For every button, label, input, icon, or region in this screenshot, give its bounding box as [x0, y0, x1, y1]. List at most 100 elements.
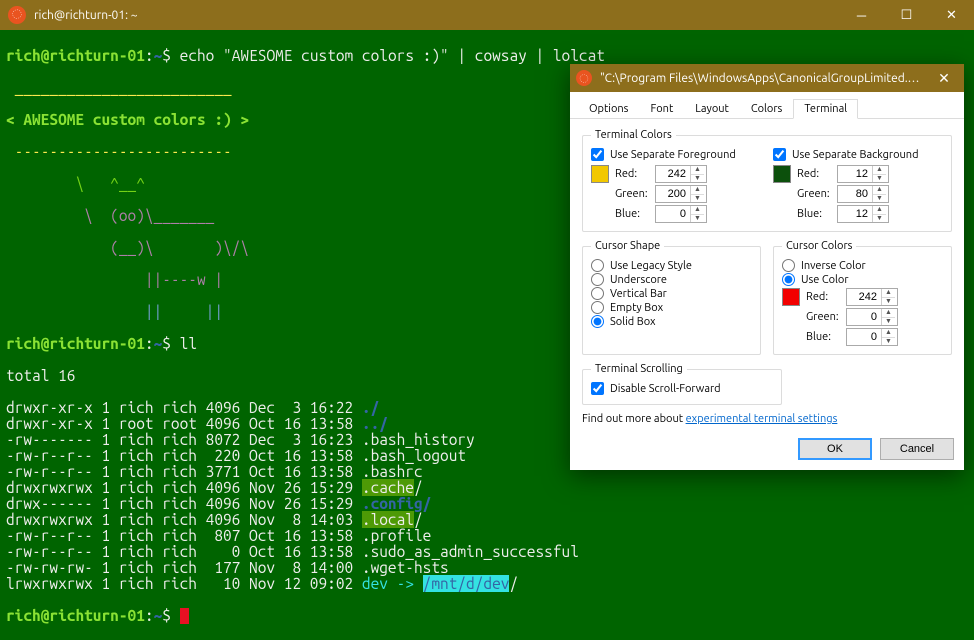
red-label: Red: [615, 168, 655, 180]
cursor-color-swatch[interactable] [782, 288, 800, 306]
prompt-user: rich@richturn-01 [6, 335, 145, 352]
tab-layout[interactable]: Layout [684, 99, 740, 119]
spinner-down-icon[interactable]: ▼ [691, 195, 704, 203]
red-label: Red: [806, 291, 846, 303]
bg-blue-input[interactable] [838, 206, 872, 222]
info-text: Find out more about experimental termina… [582, 413, 952, 425]
ls-row: drwx------ 1 rich rich 4096 Nov 26 15:29… [6, 496, 968, 512]
dialog-titlebar[interactable]: ◌ "C:\Program Files\WindowsApps\Canonica… [570, 64, 964, 92]
radio-label: Inverse Color [801, 260, 866, 272]
blue-label: Blue: [806, 331, 846, 343]
cursor-shape-radio[interactable]: Empty Box [591, 301, 752, 314]
fg-blue[interactable]: ▲ ▼ [655, 205, 707, 223]
checkbox-label: Use Separate Foreground [610, 149, 736, 161]
fg-red-input[interactable] [656, 166, 690, 182]
experimental-settings-link[interactable]: experimental terminal settings [686, 413, 838, 425]
prompt-path: ~ [154, 607, 163, 624]
fg-green[interactable]: ▲ ▼ [655, 185, 707, 203]
group-label: Cursor Shape [591, 240, 664, 252]
radio-label: Empty Box [610, 302, 663, 314]
group-label: Terminal Scrolling [591, 363, 687, 375]
cursor-red[interactable]: ▲ ▼ [846, 288, 898, 306]
cursor-shape-radio[interactable]: Use Legacy Style [591, 259, 752, 272]
radio-label: Underscore [610, 274, 667, 286]
tab-options[interactable]: Options [578, 99, 639, 119]
spinner-down-icon[interactable]: ▼ [691, 175, 704, 183]
cursor-shape-radio[interactable]: Solid Box [591, 315, 752, 328]
use-fg-checkbox[interactable]: Use Separate Foreground [591, 148, 761, 161]
green-label: Green: [615, 188, 655, 200]
cursor [180, 608, 189, 624]
window-title: rich@richturn-01: ~ [34, 9, 839, 22]
checkbox-label: Disable Scroll-Forward [610, 383, 721, 395]
bg-green[interactable]: ▲ ▼ [837, 185, 889, 203]
cursor-green-input[interactable] [847, 309, 881, 325]
cursor-blue[interactable]: ▲ ▼ [846, 328, 898, 346]
prompt-user: rich@richturn-01 [6, 607, 145, 624]
dialog-tabs: OptionsFontLayoutColorsTerminal [570, 92, 964, 119]
fg-swatch[interactable] [591, 165, 609, 183]
spinner-down-icon[interactable]: ▼ [873, 175, 886, 183]
fg-green-input[interactable] [656, 186, 690, 202]
bg-green-input[interactable] [838, 186, 872, 202]
fg-red[interactable]: ▲ ▼ [655, 165, 707, 183]
ls-row: drwxrwxrwx 1 rich rich 4096 Nov 26 15:29… [6, 480, 968, 496]
cursor-blue-input[interactable] [847, 329, 881, 345]
cursor-shape-radio[interactable]: Underscore [591, 273, 752, 286]
disable-scroll-forward-checkbox[interactable]: Disable Scroll-Forward [591, 382, 773, 395]
cursor-color-mode-radio[interactable]: Inverse Color [782, 259, 943, 272]
ls-row: -rw-rw-rw- 1 rich rich 177 Nov 8 14:00 .… [6, 560, 968, 576]
maximize-button[interactable]: ☐ [884, 0, 929, 30]
blue-label: Blue: [797, 208, 837, 220]
ubuntu-icon: ◌ [8, 6, 26, 24]
tab-terminal[interactable]: Terminal [793, 99, 858, 119]
command-line: echo "AWESOME custom colors :)" | cowsay… [180, 47, 605, 64]
red-label: Red: [797, 168, 837, 180]
dialog-close-button[interactable]: ✕ [924, 64, 964, 92]
bg-red-input[interactable] [838, 166, 872, 182]
radio-label: Use Color [801, 274, 849, 286]
minimize-button[interactable]: ─ [839, 0, 884, 30]
spinner-down-icon[interactable]: ▼ [882, 338, 895, 346]
radio-label: Use Legacy Style [610, 260, 692, 272]
ls-row: drwxrwxrwx 1 rich rich 4096 Nov 8 14:03 … [6, 512, 968, 528]
ok-button[interactable]: OK [798, 438, 872, 460]
green-label: Green: [797, 188, 837, 200]
window-titlebar: ◌ rich@richturn-01: ~ ─ ☐ ✕ [0, 0, 974, 30]
tab-colors[interactable]: Colors [740, 99, 793, 119]
spinner-down-icon[interactable]: ▼ [873, 195, 886, 203]
spinner-down-icon[interactable]: ▼ [882, 318, 895, 326]
spinner-down-icon[interactable]: ▼ [691, 215, 704, 223]
group-terminal-colors: Terminal Colors Use Separate Foreground … [582, 129, 952, 232]
spinner-down-icon[interactable]: ▼ [882, 298, 895, 306]
prompt-path: ~ [154, 47, 163, 64]
group-cursor-colors: Cursor Colors Inverse Color Use Color Re… [773, 240, 952, 355]
cursor-color-mode-radio[interactable]: Use Color [782, 273, 943, 286]
tab-font[interactable]: Font [639, 99, 684, 119]
group-terminal-scrolling: Terminal Scrolling Disable Scroll-Forwar… [582, 363, 782, 405]
bg-red[interactable]: ▲ ▼ [837, 165, 889, 183]
prompt-path: ~ [154, 335, 163, 352]
radio-label: Solid Box [610, 316, 656, 328]
cursor-green[interactable]: ▲ ▼ [846, 308, 898, 326]
cancel-button[interactable]: Cancel [880, 438, 954, 460]
group-cursor-shape: Cursor Shape Use Legacy Style Underscore… [582, 240, 761, 355]
group-label: Cursor Colors [782, 240, 856, 252]
ls-row: lrwxrwxrwx 1 rich rich 10 Nov 12 09:02 d… [6, 576, 968, 592]
cursor-shape-radio[interactable]: Vertical Bar [591, 287, 752, 300]
bg-swatch[interactable] [773, 165, 791, 183]
blue-label: Blue: [615, 208, 655, 220]
cursor-red-input[interactable] [847, 289, 881, 305]
bg-blue[interactable]: ▲ ▼ [837, 205, 889, 223]
dialog-title: "C:\Program Files\WindowsApps\CanonicalG… [600, 72, 924, 85]
group-label: Terminal Colors [591, 129, 676, 141]
use-bg-checkbox[interactable]: Use Separate Background [773, 148, 943, 161]
spinner-down-icon[interactable]: ▼ [873, 215, 886, 223]
radio-label: Vertical Bar [610, 288, 667, 300]
ls-row: -rw-r--r-- 1 rich rich 807 Oct 16 13:58 … [6, 528, 968, 544]
close-button[interactable]: ✕ [929, 0, 974, 30]
ubuntu-icon: ◌ [576, 70, 592, 86]
properties-dialog: ◌ "C:\Program Files\WindowsApps\Canonica… [570, 64, 964, 470]
ls-row: -rw-r--r-- 1 rich rich 0 Oct 16 13:58 .s… [6, 544, 968, 560]
fg-blue-input[interactable] [656, 206, 690, 222]
